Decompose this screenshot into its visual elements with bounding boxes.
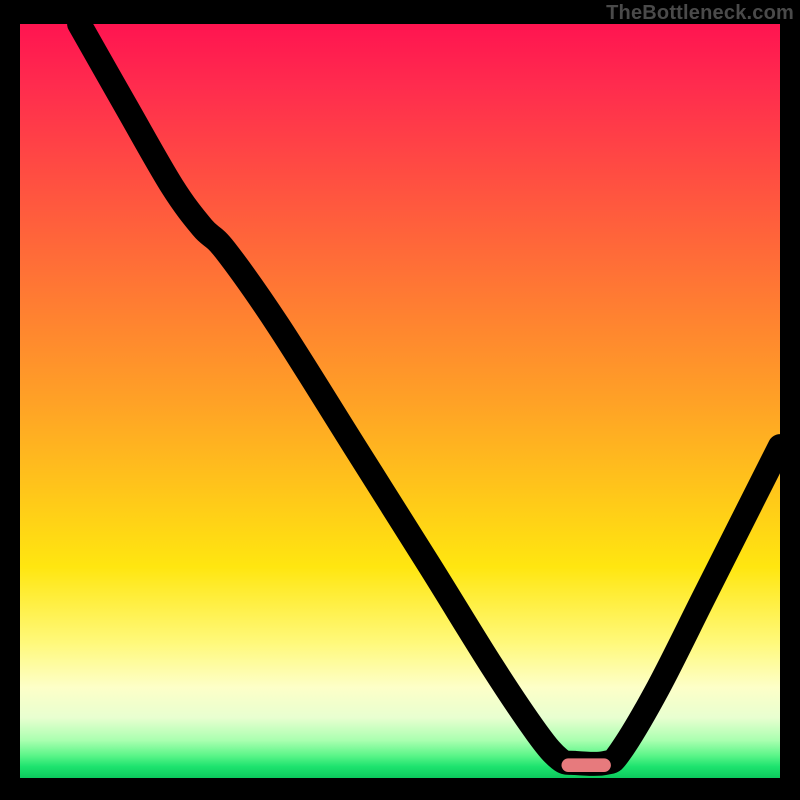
plot-area [20, 24, 780, 778]
chart-svg [20, 24, 780, 778]
attribution-label: TheBottleneck.com [606, 2, 794, 25]
chart-frame: TheBottleneck.com [0, 0, 800, 800]
optimal-point-marker [562, 758, 611, 772]
bottleneck-curve [79, 24, 780, 764]
